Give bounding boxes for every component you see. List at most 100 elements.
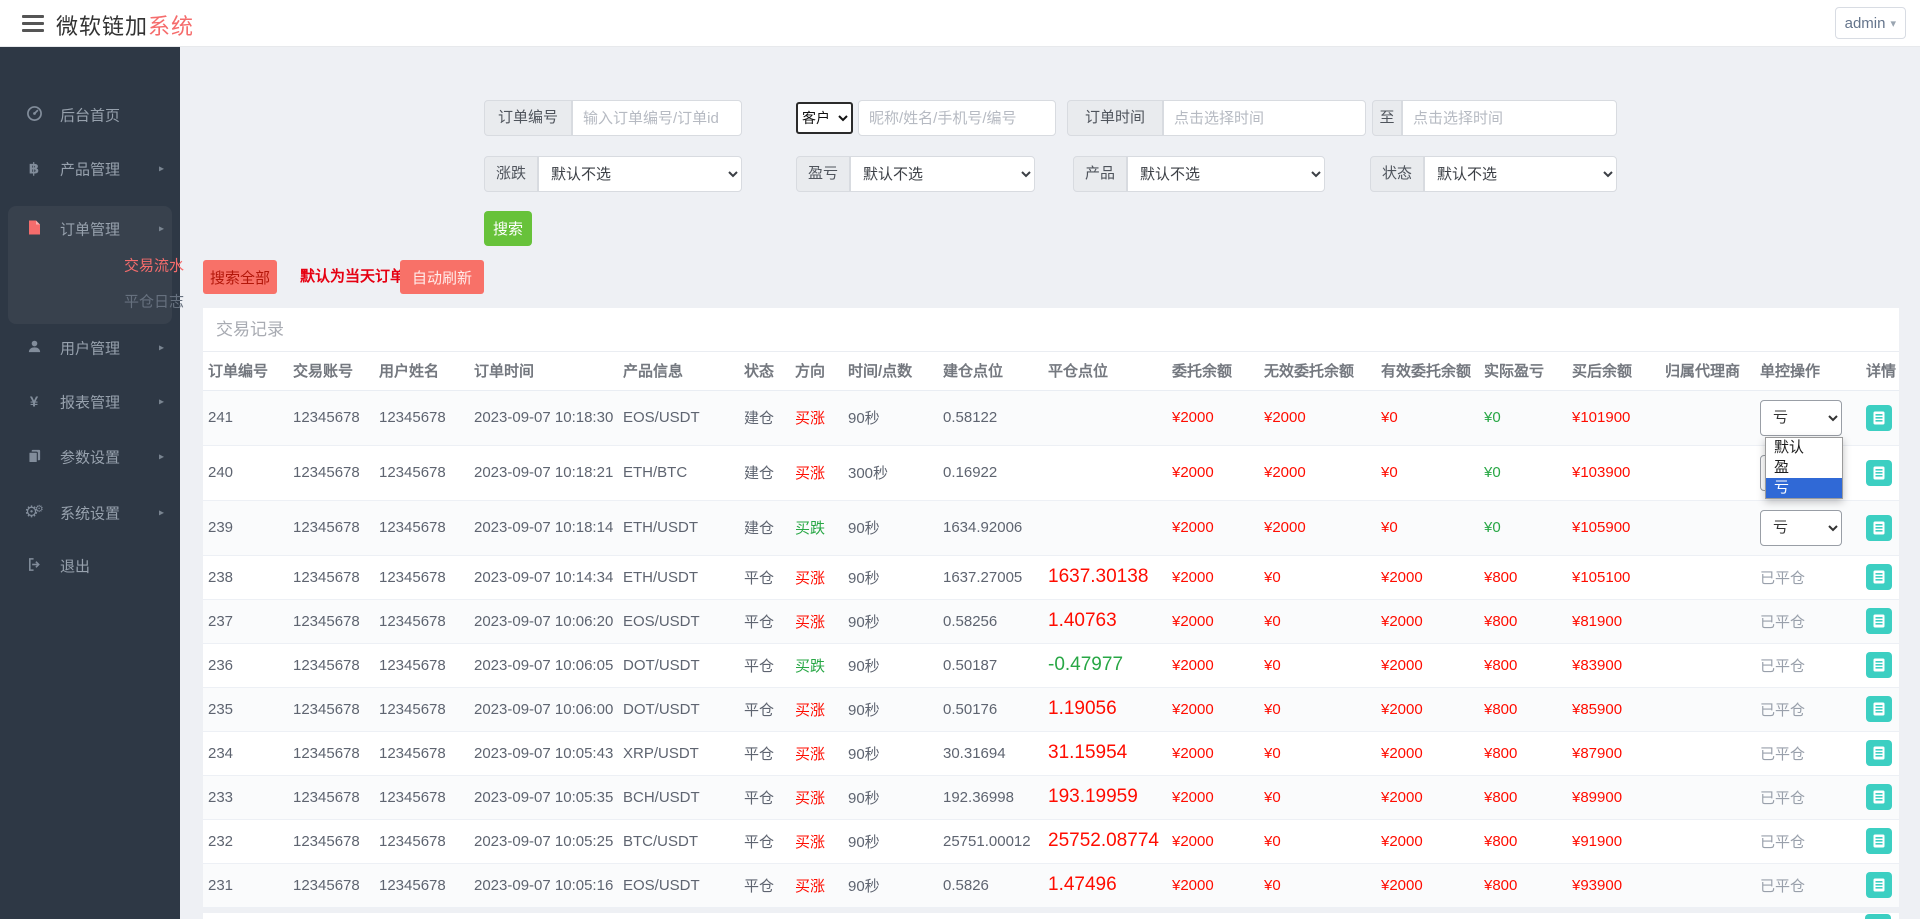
user-menu-button[interactable]: admin ▾ xyxy=(1835,7,1906,39)
cell-agent xyxy=(1660,863,1755,907)
time-to-input[interactable] xyxy=(1402,100,1617,136)
auto-refresh-button[interactable]: 自动刷新 xyxy=(400,260,484,294)
col-header: 单控操作 xyxy=(1755,352,1861,390)
cell-id: 238 xyxy=(203,555,288,599)
cell-after: ¥103900 xyxy=(1567,445,1660,500)
detail-button[interactable] xyxy=(1866,784,1892,810)
cell-direction: 买涨 xyxy=(790,445,843,500)
detail-button[interactable] xyxy=(1866,564,1892,590)
cell-entrust: ¥2000 xyxy=(1167,390,1259,445)
cell-name: 12345678 xyxy=(374,555,469,599)
sidebar-item-orders[interactable]: 订单管理 ▸ xyxy=(0,209,180,249)
dropdown-option[interactable]: 亏 xyxy=(1766,478,1842,498)
top-bar: 微软链加系统 admin ▾ xyxy=(0,0,1920,47)
chevron-right-icon: ▸ xyxy=(159,224,164,235)
sidebar-item-label: 订单管理 xyxy=(60,219,120,240)
cell-invalid: ¥0 xyxy=(1259,863,1376,907)
win-loss-dropdown-popup[interactable]: 默认盈亏 xyxy=(1765,437,1843,499)
nickname-input[interactable] xyxy=(858,100,1056,136)
cell-id: 237 xyxy=(203,599,288,643)
profitloss-select[interactable]: 默认不选 xyxy=(850,156,1035,192)
col-header: 时间/点数 xyxy=(843,352,938,390)
cell-product: ETH/USDT xyxy=(618,500,739,555)
detail-button[interactable] xyxy=(1866,460,1892,486)
logo-text-red: 系统 xyxy=(148,14,194,39)
table-row: 23112345678123456782023-09-07 10:05:16EO… xyxy=(203,863,1899,907)
cell-direction: 买涨 xyxy=(790,775,843,819)
search-all-button[interactable]: 搜索全部 xyxy=(203,260,277,294)
cell-after: ¥105100 xyxy=(1567,555,1660,599)
cell-valid: ¥2000 xyxy=(1376,599,1479,643)
dropdown-option[interactable]: 默认 xyxy=(1766,438,1842,458)
cell-detail xyxy=(1861,863,1899,907)
cell-open: 0.50176 xyxy=(938,687,1043,731)
detail-button[interactable] xyxy=(1866,608,1892,634)
time-from-input[interactable] xyxy=(1163,100,1366,136)
cell-agent xyxy=(1660,731,1755,775)
table-row: 23512345678123456782023-09-07 10:06:00DO… xyxy=(203,687,1899,731)
col-header: 买后余额 xyxy=(1567,352,1660,390)
cell-agent xyxy=(1660,599,1755,643)
cell-valid: ¥2000 xyxy=(1376,863,1479,907)
cell-invalid: ¥2000 xyxy=(1259,445,1376,500)
sidebar-item-logout[interactable]: 退出 xyxy=(0,546,180,586)
cell-entrust: ¥2000 xyxy=(1167,731,1259,775)
status-select[interactable]: 默认不选 xyxy=(1424,156,1617,192)
col-header: 用户姓名 xyxy=(374,352,469,390)
closed-status-text: 已平仓 xyxy=(1760,570,1805,587)
cell-close: 1.47496 xyxy=(1043,863,1167,907)
sidebar-subitem-trade-flow[interactable]: 交易流水 xyxy=(0,248,180,282)
cell-id: 232 xyxy=(203,819,288,863)
cell-control: 已平仓 xyxy=(1755,731,1861,775)
cell-account: 12345678 xyxy=(288,819,374,863)
cell-product: EOS/USDT xyxy=(618,863,739,907)
customer-type-select[interactable]: 客户 xyxy=(796,102,853,134)
dropdown-option[interactable]: 盈 xyxy=(1766,458,1842,478)
cell-profit: ¥800 xyxy=(1479,643,1567,687)
cell-status: 平仓 xyxy=(739,643,790,687)
cell-time: 2023-09-07 10:06:05 xyxy=(469,643,618,687)
win-loss-select[interactable]: 亏 xyxy=(1760,510,1842,546)
win-loss-select[interactable]: 亏 xyxy=(1760,400,1842,436)
cell-duration: 90秒 xyxy=(843,643,938,687)
hamburger-icon[interactable] xyxy=(22,15,44,32)
search-button[interactable]: 搜索 xyxy=(484,211,532,246)
updown-select[interactable]: 默认不选 xyxy=(538,156,742,192)
cell-after: ¥101900 xyxy=(1567,390,1660,445)
cell-control: 已平仓 xyxy=(1755,599,1861,643)
cell-account: 12345678 xyxy=(288,445,374,500)
detail-button[interactable] xyxy=(1866,696,1892,722)
product-select[interactable]: 默认不选 xyxy=(1127,156,1325,192)
cell-id: 235 xyxy=(203,687,288,731)
col-header: 方向 xyxy=(790,352,843,390)
cell-status: 建仓 xyxy=(739,390,790,445)
cell-profit: ¥800 xyxy=(1479,599,1567,643)
sidebar-item-system[interactable]: ⚙⚙ 系统设置 ▸ xyxy=(0,493,180,533)
closed-status-text: 已平仓 xyxy=(1760,746,1805,763)
chevron-right-icon: ▸ xyxy=(159,164,164,175)
sidebar-item-dashboard[interactable]: 后台首页 xyxy=(0,95,180,135)
sidebar-item-users[interactable]: 用户管理 ▸ xyxy=(0,328,180,368)
detail-button[interactable] xyxy=(1866,828,1892,854)
detail-button[interactable] xyxy=(1866,872,1892,898)
col-header: 订单时间 xyxy=(469,352,618,390)
cell-open: 1637.27005 xyxy=(938,555,1043,599)
detail-button[interactable] xyxy=(1866,405,1892,431)
cell-detail xyxy=(1861,775,1899,819)
detail-button[interactable] xyxy=(1866,515,1892,541)
sidebar-subitem-close-log[interactable]: 平仓日志 xyxy=(0,284,180,318)
sidebar-item-parameters[interactable]: 参数设置 ▸ xyxy=(0,437,180,477)
table-row: 24112345678123456782023-09-07 10:18:30EO… xyxy=(203,390,1899,445)
cell-direction: 买涨 xyxy=(790,599,843,643)
sidebar-item-reports[interactable]: ¥ 报表管理 ▸ xyxy=(0,382,180,422)
order-no-input[interactable] xyxy=(572,100,742,136)
dashboard-icon xyxy=(24,105,44,125)
detail-button[interactable] xyxy=(1866,740,1892,766)
detail-button[interactable] xyxy=(1866,652,1892,678)
order-file-icon xyxy=(24,220,44,239)
detail-button[interactable] xyxy=(1865,914,1891,919)
cell-detail xyxy=(1861,555,1899,599)
cell-entrust: ¥2000 xyxy=(1167,555,1259,599)
cell-invalid: ¥0 xyxy=(1259,599,1376,643)
sidebar-item-products[interactable]: ฿ 产品管理 ▸ xyxy=(0,149,180,189)
